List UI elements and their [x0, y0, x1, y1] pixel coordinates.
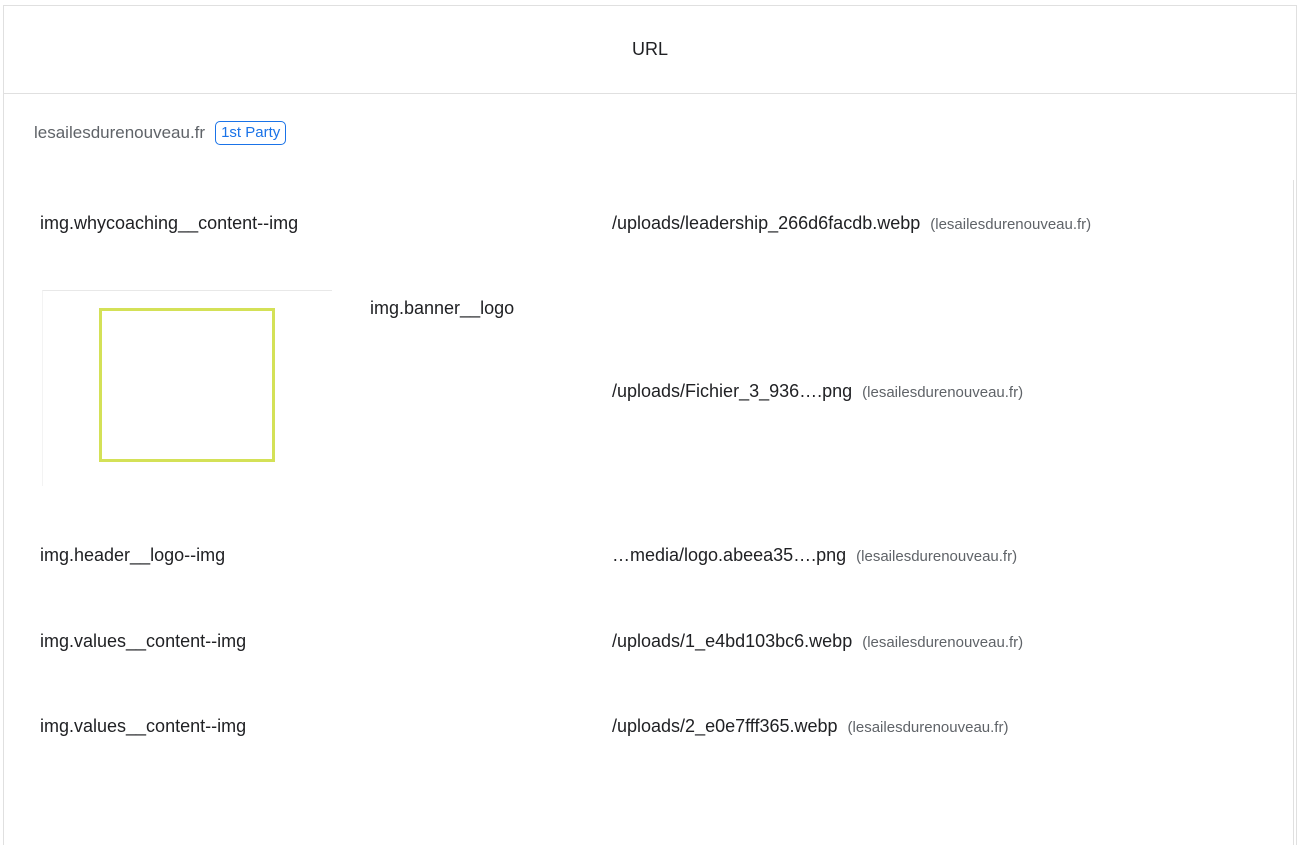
url-column-header-label: URL: [631, 39, 668, 59]
resource-url[interactable]: /uploads/Fichier_3_936….png (lesailesdure…: [612, 381, 1023, 402]
resource-url[interactable]: /uploads/2_e0e7fff365.webp (lesailesduren…: [612, 716, 1008, 737]
resource-url[interactable]: /uploads/leadership_266d6facdb.webp (lesa…: [612, 213, 1091, 234]
element-selector: img.header__logo--img: [40, 545, 226, 565]
element-selector: img.values__content--img: [40, 631, 247, 651]
url-path[interactable]: /uploads/2_e0e7fff365.webp: [612, 716, 838, 736]
url-host: (lesailesdurenouveau.fr): [847, 719, 1009, 736]
resource-url[interactable]: …media/logo.abeea35….png (lesailesdurenou…: [612, 545, 1017, 566]
url-path[interactable]: …media/logo.abeea35….png: [612, 545, 846, 565]
url-path[interactable]: /uploads/leadership_266d6facdb.webp: [612, 213, 920, 233]
url-host: (lesailesdurenouveau.fr): [930, 216, 1092, 233]
origin-group-header: lesailesdurenouveau.fr 1st Party: [34, 121, 287, 145]
origin-host: lesailesdurenouveau.fr: [34, 123, 206, 142]
square-outline-logo-icon: [99, 308, 275, 462]
url-host: (lesailesdurenouveau.fr): [856, 548, 1018, 565]
first-party-badge: 1st Party: [215, 121, 287, 145]
rows-divider: [1293, 180, 1294, 845]
element-selector: img.whycoaching__content--img: [40, 213, 299, 233]
resource-url[interactable]: /uploads/1_e4bd103bc6.webp (lesailesduren…: [612, 631, 1023, 652]
image-thumbnail: [42, 290, 332, 486]
url-path[interactable]: /uploads/1_e4bd103bc6.webp: [612, 631, 852, 651]
url-host: (lesailesdurenouveau.fr): [862, 384, 1024, 401]
url-host: (lesailesdurenouveau.fr): [862, 634, 1024, 651]
url-path[interactable]: /uploads/Fichier_3_936….png: [612, 381, 852, 401]
element-selector: img.values__content--img: [40, 716, 247, 736]
url-column-header: URL: [3, 5, 1297, 94]
element-selector: img.banner__logo: [370, 298, 515, 318]
